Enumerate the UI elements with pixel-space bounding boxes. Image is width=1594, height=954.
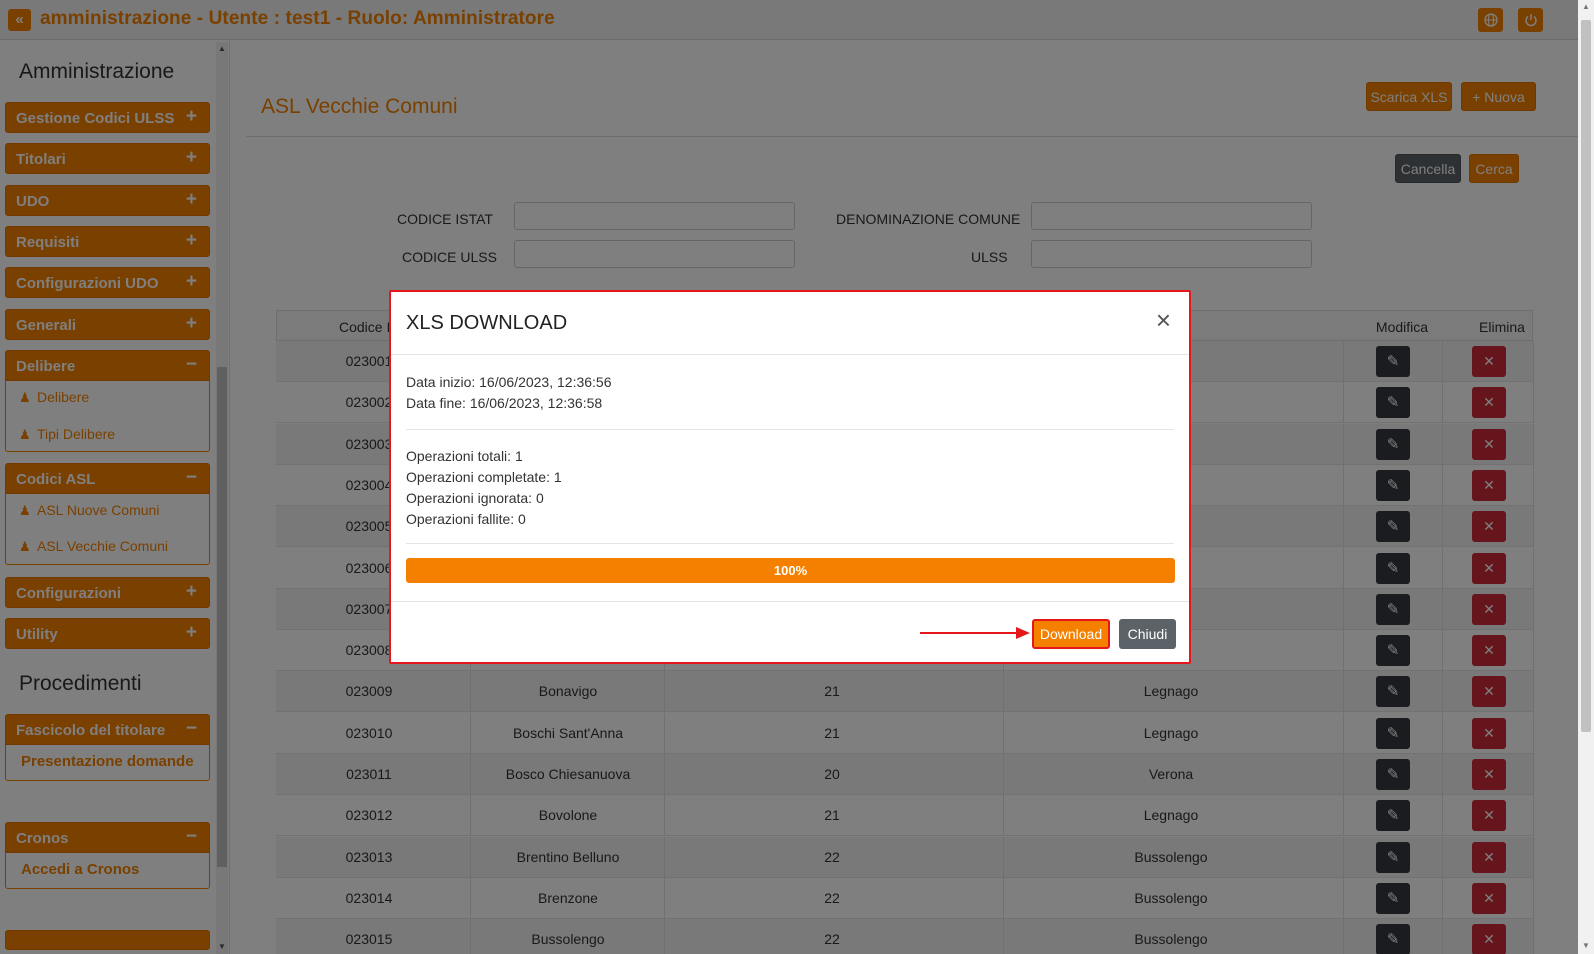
modal-divider (406, 429, 1174, 430)
page-scrollbar[interactable]: ▲ ▼ (1578, 0, 1594, 954)
data-inizio: Data inizio: 16/06/2023, 12:36:56 (406, 374, 612, 390)
operazioni-ignorate: Operazioni ignorata: 0 (406, 490, 544, 506)
modal-divider (406, 543, 1174, 544)
modal-header-divider (391, 354, 1189, 355)
scroll-down-icon[interactable]: ▼ (1582, 941, 1590, 950)
operazioni-completate: Operazioni completate: 1 (406, 469, 562, 485)
chiudi-button[interactable]: Chiudi (1119, 619, 1176, 649)
operazioni-totali: Operazioni totali: 1 (406, 448, 523, 464)
download-button[interactable]: Download (1032, 619, 1110, 649)
progress-bar: 100% (406, 558, 1175, 583)
close-icon[interactable]: × (1156, 306, 1171, 334)
page-scroll-thumb[interactable] (1581, 20, 1591, 732)
operazioni-fallite: Operazioni fallite: 0 (406, 511, 526, 527)
modal-footer-divider (391, 601, 1189, 602)
scroll-up-icon[interactable]: ▲ (1582, 2, 1590, 11)
modal-title: XLS DOWNLOAD (406, 312, 568, 334)
red-arrow-annotation (920, 627, 1030, 639)
data-fine: Data fine: 16/06/2023, 12:36:58 (406, 395, 603, 411)
xls-download-modal: XLS DOWNLOAD × Data inizio: 16/06/2023, … (389, 290, 1191, 664)
